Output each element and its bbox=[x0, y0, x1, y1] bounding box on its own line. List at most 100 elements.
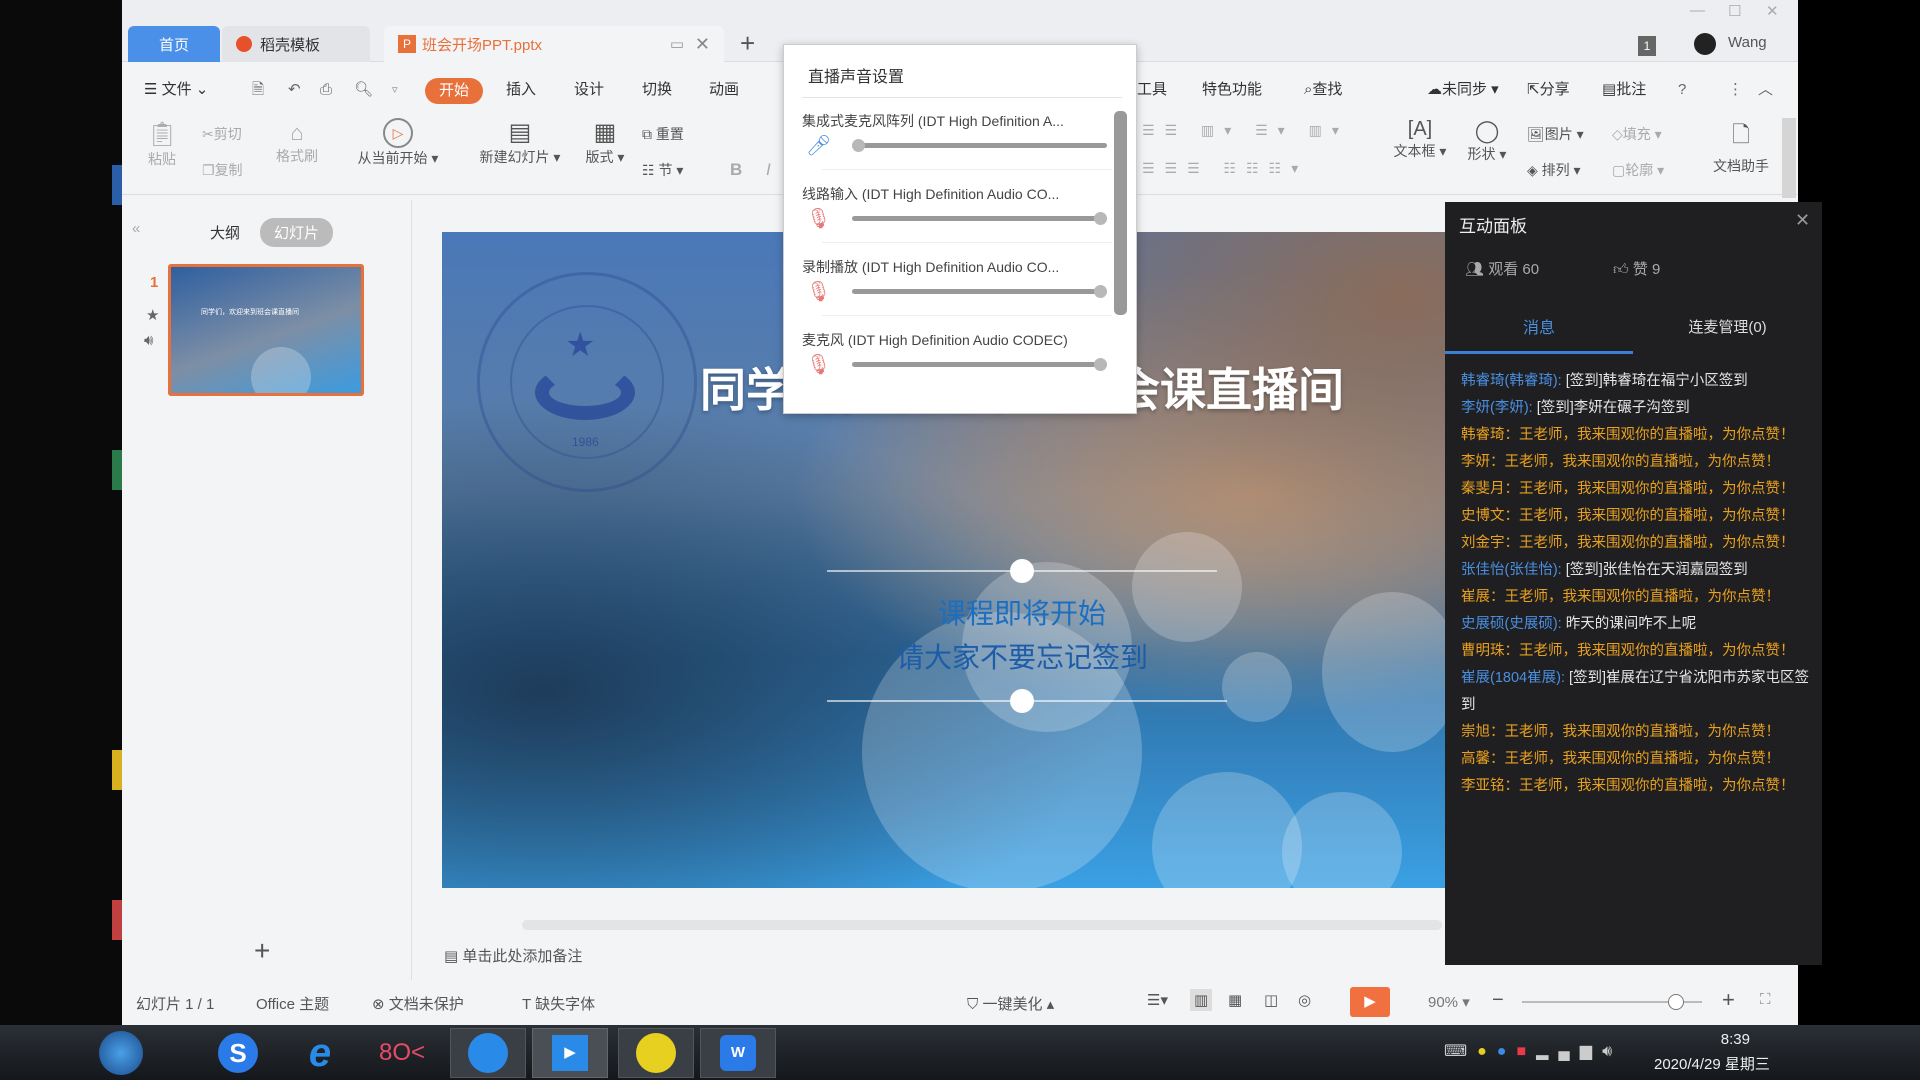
volume-slider-knob[interactable] bbox=[1094, 212, 1107, 225]
avatar[interactable] bbox=[1694, 33, 1716, 55]
picture-button[interactable]: 🖼︎图片 ▾ bbox=[1527, 124, 1584, 144]
pin-icon[interactable]: ▭ bbox=[670, 35, 684, 53]
message-sender[interactable]: 史博文： bbox=[1461, 508, 1519, 524]
tab-slides[interactable]: 幻灯片 bbox=[260, 218, 334, 247]
italic-button[interactable]: I bbox=[766, 160, 771, 180]
desktop-icon[interactable] bbox=[112, 165, 122, 205]
message-sender[interactable]: 曹明珠： bbox=[1461, 643, 1519, 659]
taskbar-qqmusic[interactable] bbox=[618, 1028, 694, 1078]
notes-toggle-icon[interactable]: ☰▾ bbox=[1147, 991, 1168, 1009]
undo-icon[interactable]: ↶ bbox=[288, 70, 301, 110]
tab-mic-management[interactable]: 连麦管理(0) bbox=[1633, 316, 1822, 337]
desktop-icon[interactable] bbox=[112, 750, 122, 790]
menu-animation[interactable]: 动画 bbox=[709, 70, 739, 110]
normal-view-icon[interactable]: ▥ bbox=[1190, 989, 1213, 1011]
popup-scrollbar[interactable] bbox=[1114, 111, 1127, 315]
clock-date[interactable]: 2020/4/29 星期三 bbox=[1654, 1053, 1770, 1074]
save-icon[interactable]: 🗎 bbox=[252, 70, 264, 110]
notes-area[interactable]: ▤ 单击此处添加备注 bbox=[422, 940, 1442, 974]
slideshow-button[interactable]: ▶ bbox=[1350, 987, 1390, 1017]
menu-features[interactable]: 特色功能 bbox=[1202, 70, 1262, 110]
zoom-slider[interactable] bbox=[1522, 994, 1702, 1010]
start-button[interactable] bbox=[96, 1028, 146, 1078]
slide-thumbnail[interactable]: 同学们，欢迎来到班会课直播间 bbox=[168, 264, 364, 396]
fill-button[interactable]: ◇填充 ▾ bbox=[1612, 124, 1662, 144]
volume-slider[interactable] bbox=[852, 285, 1107, 298]
minimize-button[interactable]: — bbox=[1690, 2, 1705, 19]
message-sender[interactable]: 张佳怡(张佳怡): bbox=[1461, 562, 1562, 578]
notification-badge[interactable]: 1 bbox=[1638, 36, 1656, 56]
volume-slider[interactable] bbox=[852, 139, 1107, 152]
preview-icon[interactable]: 🔍︎ bbox=[354, 70, 373, 110]
print-icon[interactable]: ⎙ bbox=[320, 70, 332, 110]
tab-document[interactable]: P 班会开场PPT.pptx ▭ ✕ bbox=[384, 26, 724, 62]
add-slide-button[interactable]: + bbox=[254, 935, 270, 967]
mic-muted-icon[interactable]: 🎙︎ bbox=[806, 279, 831, 304]
close-tab-icon[interactable]: ✕ bbox=[695, 34, 710, 55]
message-sender[interactable]: 高馨： bbox=[1461, 751, 1505, 767]
layout-button[interactable]: ▦ 版式 ▾ bbox=[580, 118, 630, 167]
zoom-in-button[interactable]: + bbox=[1722, 987, 1735, 1013]
taskbar-wps[interactable]: W bbox=[700, 1028, 776, 1078]
search-button[interactable]: ⌕查找 bbox=[1304, 70, 1342, 110]
tab-outline[interactable]: 大纲 bbox=[210, 222, 240, 243]
message-list[interactable]: 韩睿琦(韩睿琦): [签到]韩睿琦在福宁小区签到 李妍(李妍): [签到]李妍在碾… bbox=[1445, 368, 1822, 963]
message-sender[interactable]: 崔展： bbox=[1461, 589, 1505, 605]
vertical-scrollbar[interactable] bbox=[1782, 118, 1796, 198]
more-dropdown-icon[interactable]: ▿ bbox=[392, 70, 398, 110]
tab-messages[interactable]: 消息 bbox=[1445, 314, 1633, 338]
panel-close-button[interactable]: ✕ bbox=[1795, 210, 1810, 231]
help-icon[interactable]: ? bbox=[1678, 70, 1686, 110]
collapse-panel-icon[interactable]: « bbox=[132, 220, 140, 237]
textbox-button[interactable]: [A] 文本框 ▾ bbox=[1390, 118, 1450, 161]
menu-insert[interactable]: 插入 bbox=[506, 70, 536, 110]
arrange-button[interactable]: ◈ 排列 ▾ bbox=[1527, 160, 1581, 180]
volume-slider-knob[interactable] bbox=[1094, 285, 1107, 298]
doc-assistant-button[interactable]: 🗋︎ 文档助手 bbox=[1706, 118, 1776, 176]
tab-home[interactable]: 首页 bbox=[128, 26, 220, 62]
volume-slider-knob[interactable] bbox=[852, 139, 865, 152]
slide-line1[interactable]: 课程即将开始 bbox=[442, 592, 1452, 632]
zoom-out-button[interactable]: − bbox=[1492, 989, 1504, 1012]
taskbar-ie[interactable]: e bbox=[282, 1028, 358, 1078]
horizontal-scrollbar[interactable] bbox=[522, 920, 1442, 930]
tab-docer[interactable]: 稻壳模板 bbox=[222, 26, 370, 62]
fit-window-icon[interactable]: ⛶ bbox=[1760, 991, 1771, 1008]
menu-transition[interactable]: 切换 bbox=[642, 70, 672, 110]
sorter-view-icon[interactable]: ▦ bbox=[1228, 991, 1242, 1009]
taskbar-box[interactable]: 8O< bbox=[364, 1028, 440, 1078]
share-button[interactable]: ⇱分享 bbox=[1527, 70, 1570, 110]
menu-design[interactable]: 设计 bbox=[574, 70, 604, 110]
new-tab-button[interactable]: + bbox=[740, 28, 755, 59]
message-sender[interactable]: 崔展(1804崔展): bbox=[1461, 670, 1565, 686]
volume-slider[interactable] bbox=[852, 358, 1107, 371]
protection-status[interactable]: ⊗ 文档未保护 bbox=[372, 993, 464, 1014]
slide-line2[interactable]: 请大家不要忘记签到 bbox=[442, 636, 1452, 676]
comment-button[interactable]: ▤批注 bbox=[1602, 70, 1646, 110]
reset-button[interactable]: ⧉ 重置 bbox=[642, 124, 684, 144]
tray-icons[interactable]: ⌨●●■▂▄▆🔊︎ bbox=[1444, 1041, 1622, 1061]
new-slide-button[interactable]: ▤ 新建幻灯片 ▾ bbox=[472, 118, 568, 167]
taskbar-dingtalk[interactable] bbox=[450, 1028, 526, 1078]
format-painter-button[interactable]: ⌂ 格式刷 bbox=[272, 120, 322, 166]
paste-button[interactable]: 📋︎ 粘贴 bbox=[142, 120, 182, 169]
volume-slider-knob[interactable] bbox=[1094, 358, 1107, 371]
message-sender[interactable]: 崇旭： bbox=[1461, 724, 1505, 740]
beautify-button[interactable]: ⛉ 一键美化 ▴ bbox=[967, 993, 1054, 1014]
desktop-icon[interactable] bbox=[112, 450, 122, 490]
missing-font-button[interactable]: T 缺失字体 bbox=[522, 993, 595, 1014]
more-icon[interactable]: ⋮ bbox=[1728, 70, 1743, 110]
desktop-icon[interactable] bbox=[112, 900, 122, 940]
theme-name[interactable]: Office 主题 bbox=[256, 993, 329, 1014]
taskbar-sogou[interactable]: S bbox=[200, 1028, 276, 1078]
close-window-button[interactable]: ✕ bbox=[1766, 2, 1779, 20]
message-sender[interactable]: 李妍： bbox=[1461, 454, 1505, 470]
copy-button[interactable]: ❐复制 bbox=[202, 160, 243, 180]
file-menu[interactable]: ☰ 文件 ⌄ bbox=[144, 70, 208, 110]
section-button[interactable]: ☷ 节 ▾ bbox=[642, 160, 683, 180]
mic-muted-icon[interactable]: 🎙︎ bbox=[806, 206, 831, 231]
user-name[interactable]: Wang bbox=[1728, 34, 1767, 51]
volume-slider[interactable] bbox=[852, 212, 1107, 225]
maximize-button[interactable]: ☐ bbox=[1728, 2, 1741, 20]
mic-icon[interactable]: 🎤︎ bbox=[806, 133, 831, 158]
